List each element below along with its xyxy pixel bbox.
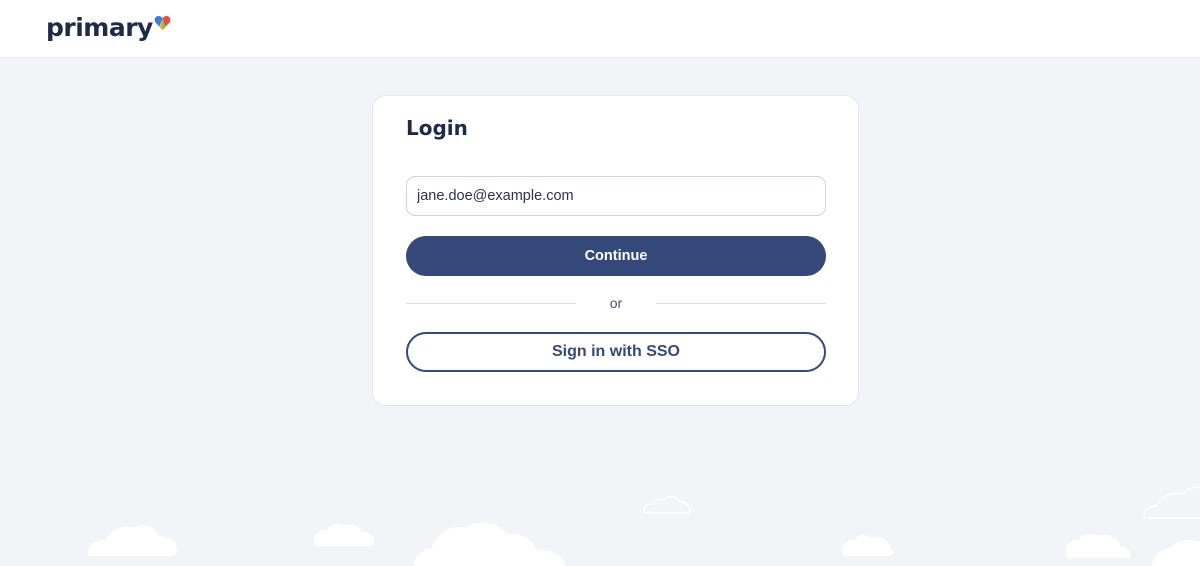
email-field[interactable] [406,176,826,216]
heart-icon [154,16,171,30]
top-bar: primary [0,0,1200,58]
login-title: Login [406,116,468,140]
login-card: Login Continue or Sign in with SSO [372,95,859,406]
sso-button[interactable]: Sign in with SSO [406,332,826,372]
or-divider: or [406,294,826,312]
clouds-decoration [88,486,1200,566]
brand-logo[interactable]: primary [46,12,171,46]
brand-name: primary [46,13,153,42]
divider-line-right [656,303,826,304]
continue-button[interactable]: Continue [406,236,826,276]
